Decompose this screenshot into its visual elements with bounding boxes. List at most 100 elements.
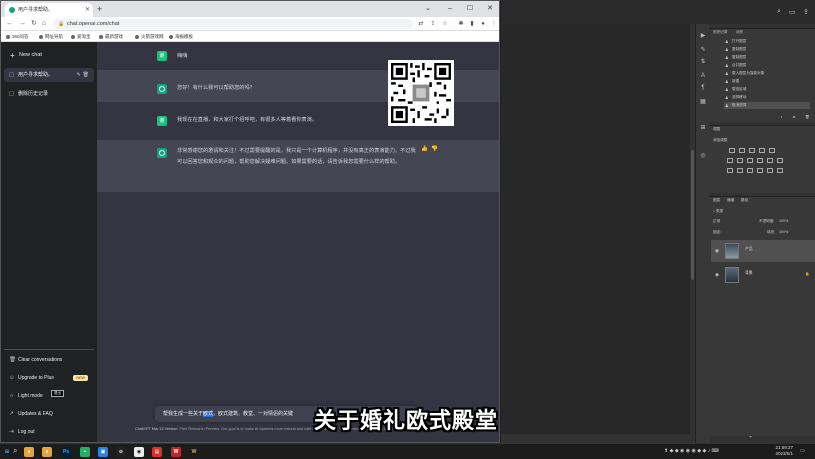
sidepanel-icon[interactable]: ▮ [468,19,476,29]
app-icon[interactable]: ⊙ [116,447,126,457]
windows-start-icon[interactable]: ⊞ [2,447,12,457]
url-field[interactable]: 🔒 chat.openai.com/chat [53,19,413,29]
thumbs-up-icon[interactable]: 👍 [421,146,431,152]
tab-adjustments[interactable]: 调整 [713,127,720,132]
back-icon[interactable]: ← [6,18,13,30]
layer-row[interactable]: ◉ 产品 [711,240,815,262]
history-item-selected[interactable]: ♟ 取消选择 [724,102,810,109]
trash-icon[interactable]: 🗑 [83,72,91,78]
ps-scrollbar[interactable] [691,150,694,280]
text-icon[interactable]: A [699,72,707,80]
history-item[interactable]: ♟ 新建 [724,78,810,85]
tab-history[interactable]: 历史记录 [713,30,727,35]
collapse-icon[interactable]: ⌄ [417,1,439,17]
snapshot-icon[interactable]: ◐ [781,115,783,119]
share-icon[interactable]: ⇪ [429,19,437,29]
history-item[interactable]: ♟ 合并图层 [724,62,810,69]
bookmark-item[interactable]: 网址导航 [39,31,63,42]
tab-paths[interactable]: 路径 [741,198,748,203]
swatch-icon[interactable]: ▦ [699,98,707,106]
link-icon[interactable]: ⚭ [749,435,752,439]
history-item[interactable]: ♟ 选择移动 [724,94,810,101]
system-clock[interactable]: 21:59:27 2023/5/1 [775,445,793,457]
home-icon[interactable]: ⌂ [42,18,46,30]
extensions-icon[interactable]: ✱ [457,19,465,29]
share-icon[interactable]: ⇪ [803,8,809,16]
version-link[interactable]: ChatGPT Mar 14 Version [135,427,177,431]
play-icon[interactable]: ▶ [699,32,707,40]
app-icon[interactable]: ◉ [134,447,144,457]
opacity-value[interactable]: 100% [779,219,788,223]
bookmark-icon [39,34,43,39]
tray-icons[interactable]: ⬆ ◆ ◆ ◉ ◉ ◉ ◆ ◆ ♪ ⌨ [664,448,719,454]
app-icon[interactable]: ▤ [152,447,162,457]
bookmark-item[interactable]: 最新游戏 [99,31,123,42]
bookmark-icon [6,34,10,39]
history-item[interactable]: ♟ 复制图层 [724,54,810,61]
browser-tab[interactable]: 用户寻求帮助。 ✕ [5,3,93,17]
history-step-icon: ♟ [725,71,729,76]
upgrade-plus-button[interactable]: ☺ Upgrade to Plus NEW [4,371,94,385]
thumbs-down-icon[interactable]: 👎 [431,146,441,152]
new-chat-button[interactable]: + New chat [4,47,94,62]
layer-row[interactable]: ◉ 背景 🔒 [711,264,815,286]
notification-icon[interactable]: ▭ [800,448,805,454]
adjust-icon[interactable]: ⇅ [699,58,707,66]
globe-icon[interactable]: ◎ [699,152,707,160]
history-item[interactable]: ♟ 载选区域 [724,86,810,93]
app-icon[interactable]: W [189,447,199,457]
updates-faq-link[interactable]: ↗ Updates & FAQ [4,407,94,421]
camera-icon[interactable]: ◘ [793,115,795,119]
chrome-icon[interactable]: ● [24,447,34,457]
properties-icon[interactable]: ⊞ [699,124,707,132]
message-text: 非常感谢您的邀请和关注！不过需要提醒的是，我只是一个计算机程序，并没有真正的表演… [177,148,416,165]
wechat-icon[interactable]: ◓ [80,447,90,457]
bookmark-item[interactable]: 360问答 [6,31,29,42]
tab-actions[interactable]: 动作 [736,30,743,35]
translate-icon[interactable]: ⇄ [417,19,425,29]
clear-conversations-button[interactable]: 🗑 Clear conversations [4,353,94,367]
history-item[interactable]: ♟ 复制图层 [724,46,810,53]
fill-value[interactable]: 100% [779,230,788,234]
chat-bubble-icon: ▢ [9,72,15,78]
reload-icon[interactable]: ↻ [31,18,37,30]
close-tab-icon[interactable]: ✕ [85,3,90,17]
tab-channels[interactable]: 通道 [727,198,734,203]
ps-canvas-area[interactable] [501,24,690,434]
workspace-icon[interactable]: ▭ [789,8,796,16]
minimize-icon[interactable]: – [439,1,461,17]
close-window-icon[interactable]: ✕ [479,1,499,17]
tab-layers[interactable]: 图层 [713,198,720,203]
light-mode-button[interactable]: ☼ Light mode [4,389,94,403]
history-step-icon: ♟ [725,63,729,68]
history-item[interactable]: ♟ 打开图层 [724,38,810,45]
forward-icon[interactable]: → [19,18,26,30]
app-icon[interactable]: ▣ [98,447,108,457]
new-tab-button[interactable]: + [97,3,102,15]
menu-icon[interactable]: ⋮ [490,19,498,29]
adjustments-panel: 调整 添加调整 [709,125,815,193]
photoshop-icon[interactable]: Ps [61,447,71,457]
bookmark-item[interactable]: 海报模板 [169,31,193,42]
delete-icon[interactable]: 🗑 [805,115,810,119]
eye-icon[interactable]: ◉ [715,272,719,278]
eye-icon[interactable]: ◉ [715,248,719,254]
star-icon[interactable]: ☆ [441,19,449,29]
conversation-item[interactable]: ▢ 删除历史记录 [4,87,94,101]
search-icon[interactable]: ⌕ [777,8,781,16]
search-icon[interactable]: ⌕ [13,446,17,456]
chrome-icon[interactable]: ● [42,447,52,457]
brush-icon[interactable]: ✎ [699,46,707,54]
history-step-icon: ♟ [725,79,729,84]
history-item[interactable]: ♟ 载入图层为智能对象 [724,70,810,77]
profile-icon[interactable]: ● [479,19,487,29]
maximize-icon[interactable]: ☐ [459,1,481,17]
logout-button[interactable]: ⇥ Log out [4,425,94,439]
blend-mode-select[interactable]: 正常 [713,219,720,224]
bookmark-item[interactable]: 爱淘宝 [71,31,91,42]
conversation-item[interactable]: ▢ 用户寻求帮助。 ✎🗑 [4,68,94,82]
paragraph-icon[interactable]: ¶ [699,84,707,92]
bookmark-item[interactable]: 火箭游戏网 [135,31,164,42]
wps-icon[interactable]: W [171,447,181,457]
layer-filter[interactable]: ⌕ 类型 [713,209,723,214]
